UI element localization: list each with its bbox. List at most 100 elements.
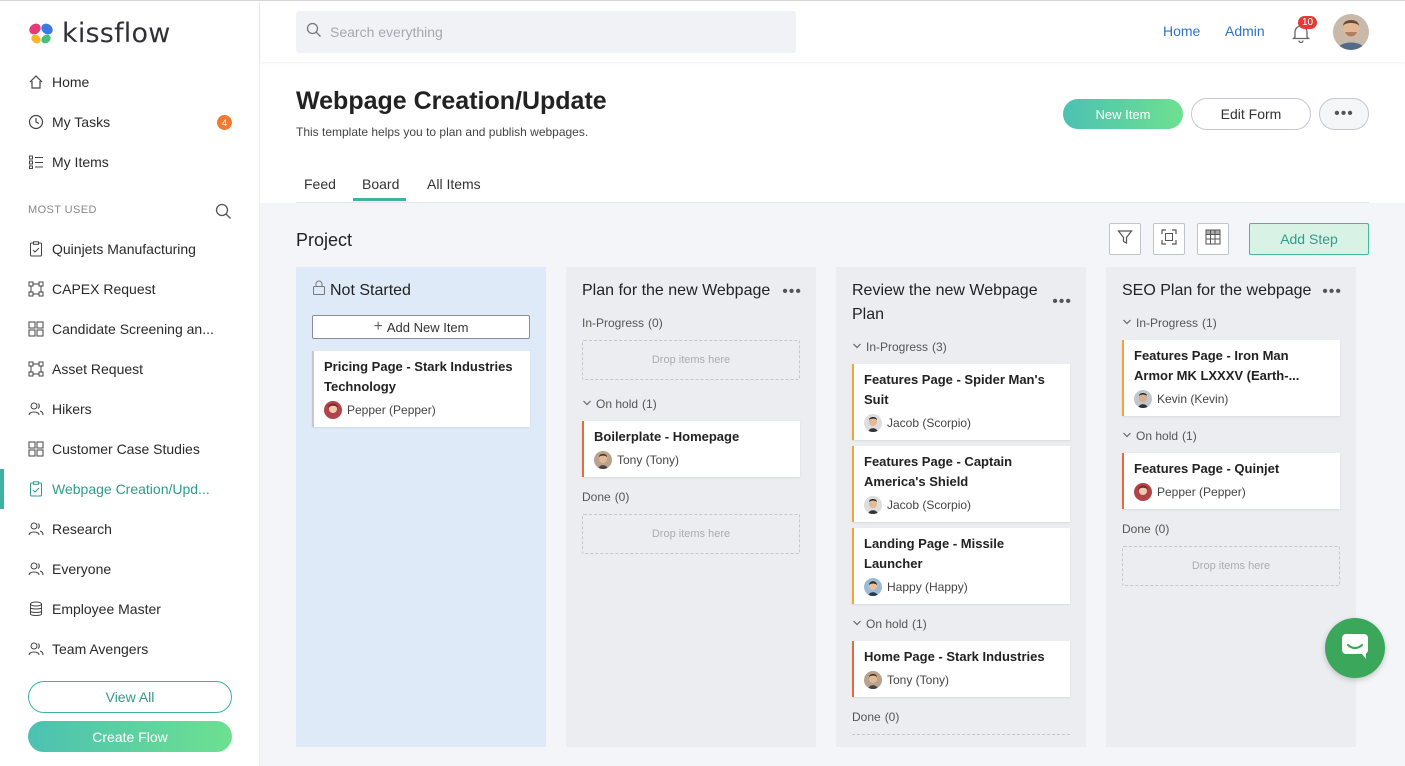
sidebar-item-research[interactable]: Research [0, 509, 259, 549]
clipboard-icon [28, 241, 44, 257]
group-count: (1) [642, 397, 657, 411]
group-header[interactable]: In-Progress (3) [852, 340, 947, 354]
sidebar-item-label: Research [52, 521, 112, 537]
column-more-icon[interactable]: ••• [782, 283, 802, 301]
logo[interactable]: kissflow [28, 18, 170, 49]
avatar [864, 496, 882, 514]
board-card[interactable]: Boilerplate - Homepage Tony (Tony) [582, 421, 800, 477]
sidebar-item-label: Asset Request [52, 361, 144, 377]
sidebar-item-employee-master[interactable]: Employee Master [0, 589, 259, 629]
notification-count-badge: 10 [1298, 16, 1318, 29]
new-item-button[interactable]: New Item [1063, 99, 1183, 129]
avatar [864, 414, 882, 432]
sidebar-item-home[interactable]: Home [0, 62, 259, 102]
column-more-icon[interactable]: ••• [1322, 283, 1342, 301]
chevron-down-icon [582, 397, 592, 411]
group-header[interactable]: Done (0) [1122, 522, 1169, 536]
list-icon [28, 154, 44, 170]
group-header[interactable]: On hold (1) [852, 617, 927, 631]
table-view-button[interactable] [1197, 223, 1229, 255]
board-card[interactable]: Landing Page - Missile Launcher Happy (H… [852, 528, 1070, 604]
card-title: Home Page - Stark Industries [864, 649, 1045, 664]
chevron-down-icon [852, 340, 862, 354]
home-icon [28, 74, 44, 90]
people-icon [28, 641, 44, 657]
grid-icon [28, 321, 44, 337]
sidebar-item-label: Home [52, 74, 90, 90]
admin-link[interactable]: Admin [1225, 23, 1265, 39]
board-column-seo: SEO Plan for the webpage ••• In-Progress… [1106, 267, 1356, 747]
tab-all-items[interactable]: All Items [427, 176, 481, 192]
drop-zone[interactable]: Drop items here [582, 514, 800, 554]
board-column-review: Review the new Webpage Plan ••• In-Progr… [836, 267, 1086, 747]
topbar: Home Admin 10 [260, 2, 1405, 62]
group-header[interactable]: Done (0) [582, 490, 629, 504]
board-card[interactable]: Features Page - Quinjet Pepper (Pepper) [1122, 453, 1340, 509]
board-card[interactable]: Features Page - Spider Man's Suit Jacob … [852, 364, 1070, 440]
user-avatar[interactable] [1333, 14, 1369, 50]
assignee-name: Tony (Tony) [887, 673, 950, 687]
process-icon [28, 361, 44, 377]
sidebar-item-customer-case-studies[interactable]: Customer Case Studies [0, 429, 259, 469]
sidebar-item-quinjets-manufacturing[interactable]: Quinjets Manufacturing [0, 229, 259, 269]
home-link[interactable]: Home [1163, 23, 1200, 39]
more-options-button[interactable]: ••• [1319, 98, 1369, 130]
drop-zone[interactable]: Drop items here [582, 340, 800, 380]
group-header[interactable]: In-Progress (1) [1122, 316, 1217, 330]
avatar [1134, 390, 1152, 408]
sidebar-item-hikers[interactable]: Hikers [0, 389, 259, 429]
page-title: Webpage Creation/Update [296, 87, 607, 115]
search-icon[interactable] [215, 203, 232, 225]
card-assignee: Pepper (Pepper) [1134, 483, 1330, 501]
column-more-icon[interactable]: ••• [1052, 293, 1072, 311]
logo-text: kissflow [62, 18, 171, 49]
create-flow-button[interactable]: Create Flow [28, 721, 232, 752]
drop-zone[interactable]: Drop items here [1122, 546, 1340, 586]
sidebar: kissflow Home My Tasks 4 My Items MOST U… [0, 2, 260, 766]
add-new-item-button[interactable]: + Add New Item [312, 315, 530, 339]
sidebar-item-my-tasks[interactable]: My Tasks 4 [0, 102, 259, 142]
group-header[interactable]: On hold (1) [1122, 429, 1197, 443]
search-bar[interactable] [296, 11, 796, 53]
sidebar-item-capex-request[interactable]: CAPEX Request [0, 269, 259, 309]
group-header[interactable]: Done (0) [852, 710, 899, 724]
chat-button[interactable] [1325, 618, 1385, 678]
assignee-name: Pepper (Pepper) [347, 403, 436, 417]
sidebar-item-label: My Items [52, 154, 109, 170]
people-icon [28, 521, 44, 537]
sidebar-item-team-avengers[interactable]: Team Avengers [0, 629, 259, 669]
app-window: kissflow Home My Tasks 4 My Items MOST U… [0, 0, 1405, 766]
group-count: (0) [884, 710, 900, 724]
sidebar-item-everyone[interactable]: Everyone [0, 549, 259, 589]
fullscreen-button[interactable] [1153, 223, 1185, 255]
edit-form-button[interactable]: Edit Form [1191, 98, 1311, 130]
sidebar-item-asset-request[interactable]: Asset Request [0, 349, 259, 389]
filter-button[interactable] [1109, 223, 1141, 255]
sidebar-item-label: Everyone [52, 561, 112, 577]
sidebar-item-candidate-screening[interactable]: Candidate Screening an... [0, 309, 259, 349]
sidebar-item-my-items[interactable]: My Items [0, 142, 259, 182]
card-assignee: Jacob (Scorpio) [864, 414, 1060, 432]
group-label: Done [852, 710, 881, 724]
tasks-count-badge: 4 [217, 115, 232, 130]
column-title: Review the new Webpage Plan [852, 282, 1038, 323]
sidebar-item-webpage-creation[interactable]: Webpage Creation/Upd... [0, 469, 259, 509]
search-input[interactable] [330, 24, 770, 40]
avatar [1134, 483, 1152, 501]
board-card[interactable]: Home Page - Stark Industries Tony (Tony) [852, 641, 1070, 697]
board-card[interactable]: Pricing Page - Stark Industries Technolo… [312, 351, 530, 427]
group-count: (0) [1154, 522, 1170, 536]
tab-board[interactable]: Board [362, 176, 399, 192]
tab-feed[interactable]: Feed [304, 176, 336, 192]
board-card[interactable]: Features Page - Captain America's Shield… [852, 446, 1070, 522]
board-column-plan: Plan for the new Webpage ••• In-Progress… [566, 267, 816, 747]
group-header[interactable]: In-Progress (0) [582, 316, 663, 330]
board-card[interactable]: Features Page - Iron Man Armor MK LXXXV … [1122, 340, 1340, 416]
group-label: In-Progress [1136, 316, 1199, 330]
add-step-button[interactable]: Add Step [1249, 223, 1369, 255]
group-header[interactable]: On hold (1) [582, 397, 657, 411]
lock-icon [312, 279, 326, 303]
sidebar-item-label: Hikers [52, 401, 92, 417]
card-title: Features Page - Spider Man's Suit [864, 372, 1045, 407]
view-all-button[interactable]: View All [28, 681, 232, 713]
